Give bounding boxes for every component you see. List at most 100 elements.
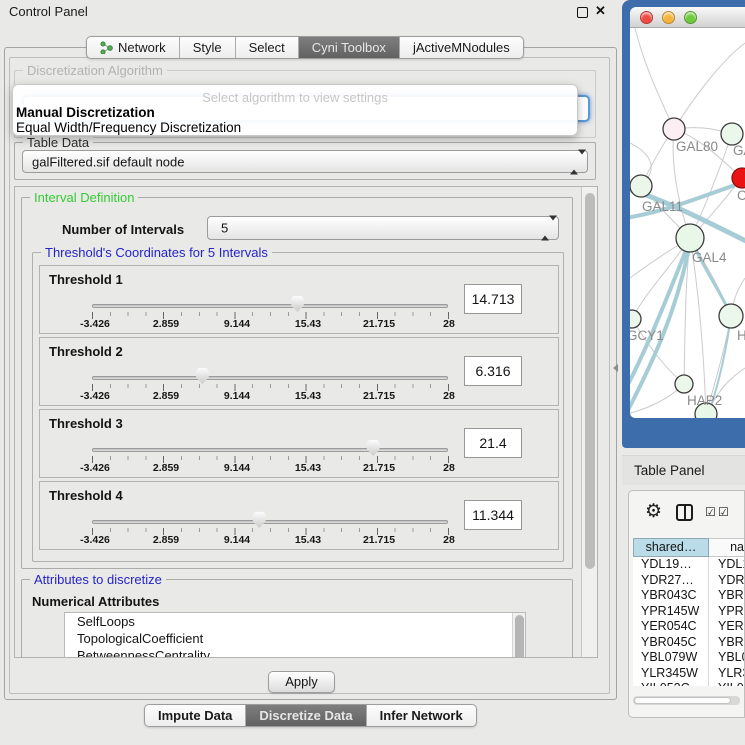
table-row[interactable]: YER054CYER0 [633,619,745,635]
threshold-1-slider-track[interactable] [92,304,448,308]
threshold-3-value-field[interactable]: 21.4 [464,428,522,458]
float-window-icon[interactable] [577,7,588,18]
table-row[interactable]: YDR27…YDR2 [633,573,745,589]
node-label-c-clipped: C [737,188,745,203]
table-row[interactable]: YBR043CYBR0 [633,588,745,604]
node-label-gal80: GAL80 [676,139,718,154]
node-gal11 [630,175,652,197]
table-horizontal-scrollbar[interactable] [633,696,740,705]
table-row[interactable]: YBR045CYBR0 [633,635,745,651]
threshold-coordinates-group: Threshold's Coordinates for 5 Intervals … [32,252,564,562]
apply-button[interactable]: Apply [268,671,335,693]
tab-jactivemnodules[interactable]: jActiveMNodules [400,37,523,58]
threshold-1-panel: Threshold 1 -3.426 2.859 9.144 15.43 21.… [39,265,559,334]
list-item[interactable]: SelfLoops [65,613,525,630]
tab-cyni-toolbox[interactable]: Cyni Toolbox [299,37,400,58]
threshold-3-slider-track[interactable] [92,448,448,452]
table-data-combobox[interactable]: galFiltered.sif default node [22,150,588,173]
tab-discretize-data[interactable]: Discretize Data [246,705,366,726]
threshold-2-value-field[interactable]: 6.316 [464,356,522,386]
zoom-traffic-light-icon[interactable] [684,11,697,24]
node-table: shared… na YDL19…YDL1 YDR27…YDR2 YBR043C… [633,538,745,686]
table-toolbar: ⚙ ☑ ☑ [629,491,744,535]
node-clipped-right-top [721,123,743,145]
tab-select[interactable]: Select [236,37,299,58]
node-gal80 [663,118,685,140]
app-root: { "window": { "title": "Control Panel" }… [0,0,745,745]
table-row[interactable]: YLR345WYLR3 [633,666,745,682]
tab-network-label: Network [118,37,166,58]
node-label-gcy1: GCY1 [630,328,664,343]
table-row[interactable]: YPR145WYPR1 [633,604,745,620]
combo-spinner-icon [570,154,578,169]
number-of-intervals-label: Number of Intervals [62,222,184,237]
minimize-traffic-light-icon[interactable] [662,11,675,24]
node-hap2 [675,375,693,393]
attributes-group: Attributes to discretize Numerical Attri… [21,579,573,658]
tab-impute-data[interactable]: Impute Data [145,705,246,726]
close-icon[interactable]: ✕ [595,3,606,19]
list-item[interactable]: BetweennessCentrality [65,647,525,658]
tab-infer-network[interactable]: Infer Network [367,705,476,726]
table-row[interactable]: YIL052CYIL0 [633,681,745,686]
numerical-attributes-label: Numerical Attributes [32,594,159,609]
number-of-intervals-combobox[interactable]: 5 [207,216,559,240]
threshold-2-panel: Threshold 2 -3.426 2.859 9.144 15.43 21.… [39,337,559,406]
node-gal4 [676,224,704,252]
threshold-3-slider-handle[interactable] [366,439,381,456]
settings-scroll-area: Interval Definition Number of Intervals … [14,186,598,658]
combo-spinner-icon [541,221,549,236]
threshold-3-panel: Threshold 3 -3.426 2.859 9.144 15.43 21.… [39,409,559,478]
network-window-titlebar[interactable] [630,7,745,28]
algorithm-popup: Select algorithm to view settings Manual… [12,84,578,136]
close-traffic-light-icon[interactable] [640,11,653,24]
threshold-coordinates-title: Threshold's Coordinates for 5 Intervals [41,245,272,260]
split-columns-icon[interactable] [676,504,693,521]
node-gcy1 [630,310,641,328]
threshold-4-slider-handle[interactable] [252,511,267,528]
checkbox-icon[interactable]: ☑ [718,505,729,519]
table-row[interactable]: YDL19…YDL1 [633,557,745,573]
settings-scrollbar[interactable] [581,187,597,657]
gear-icon[interactable]: ⚙ [645,500,662,523]
interval-definition-title: Interval Definition [30,190,138,205]
threshold-1-value-field[interactable]: 14.713 [464,284,522,314]
network-icon [100,41,113,54]
checkbox-icon[interactable]: ☑ [705,505,716,519]
popup-option-equal-width-frequency[interactable]: Equal Width/Frequency Discretization [16,120,241,135]
threshold-2-slider-handle[interactable] [195,367,210,384]
node-label-gal4: GAL4 [692,250,727,265]
panel-splitter-grip[interactable] [613,364,618,372]
interval-definition-group: Interval Definition Number of Intervals … [21,197,573,569]
numerical-attributes-list[interactable]: SelfLoops TopologicalCoefficient Between… [64,612,526,658]
column-header-name[interactable]: na [709,538,745,557]
bottom-tabbar: Impute Data Discretize Data Infer Networ… [144,704,477,727]
threshold-2-slider-track[interactable] [92,376,448,380]
table-data-group-title: Table Data [23,135,93,150]
column-header-shared[interactable]: shared… [633,538,709,557]
network-graph: GAL80 GA C GAL11 GAL4 GCY1 H HAP2 [630,28,745,418]
threshold-4-value-field[interactable]: 11.344 [464,500,522,530]
number-of-intervals-value: 5 [221,221,228,236]
node-clipped-right-mid [719,304,743,328]
threshold-4-slider-track[interactable] [92,520,448,524]
table-header-row: shared… na [633,538,745,557]
tab-style[interactable]: Style [180,37,236,58]
table-panel: ⚙ ☑ ☑ shared… na YDL19…YDL1 YDR27…YDR2 Y… [628,490,745,718]
threshold-4-panel: Threshold 4 -3.426 2.859 9.144 15.43 21.… [39,481,559,550]
node-label-ga-clipped: GA [733,143,745,158]
tab-network[interactable]: Network [87,37,180,58]
popup-option-manual-discretization[interactable]: Manual Discretization [16,105,155,120]
network-view-window: GAL80 GA C GAL11 GAL4 GCY1 H HAP2 [622,0,745,448]
threshold-1-slider-handle[interactable] [290,295,305,312]
node-label-hap2: HAP2 [687,393,722,408]
list-item[interactable]: TopologicalCoefficient [65,630,525,647]
algorithm-popup-hint: Select algorithm to view settings [13,90,577,105]
attributes-list-scrollbar[interactable] [512,613,525,658]
table-data-selected: galFiltered.sif default node [32,154,184,169]
table-panel-header: Table Panel [622,455,745,485]
discretization-algorithm-group-title: Discretization Algorithm [23,63,167,78]
table-row[interactable]: YBL079WYBL0 [633,650,745,666]
network-canvas[interactable]: GAL80 GA C GAL11 GAL4 GCY1 H HAP2 [630,28,745,418]
control-panel-titlebar: Control Panel ✕ [0,0,620,24]
